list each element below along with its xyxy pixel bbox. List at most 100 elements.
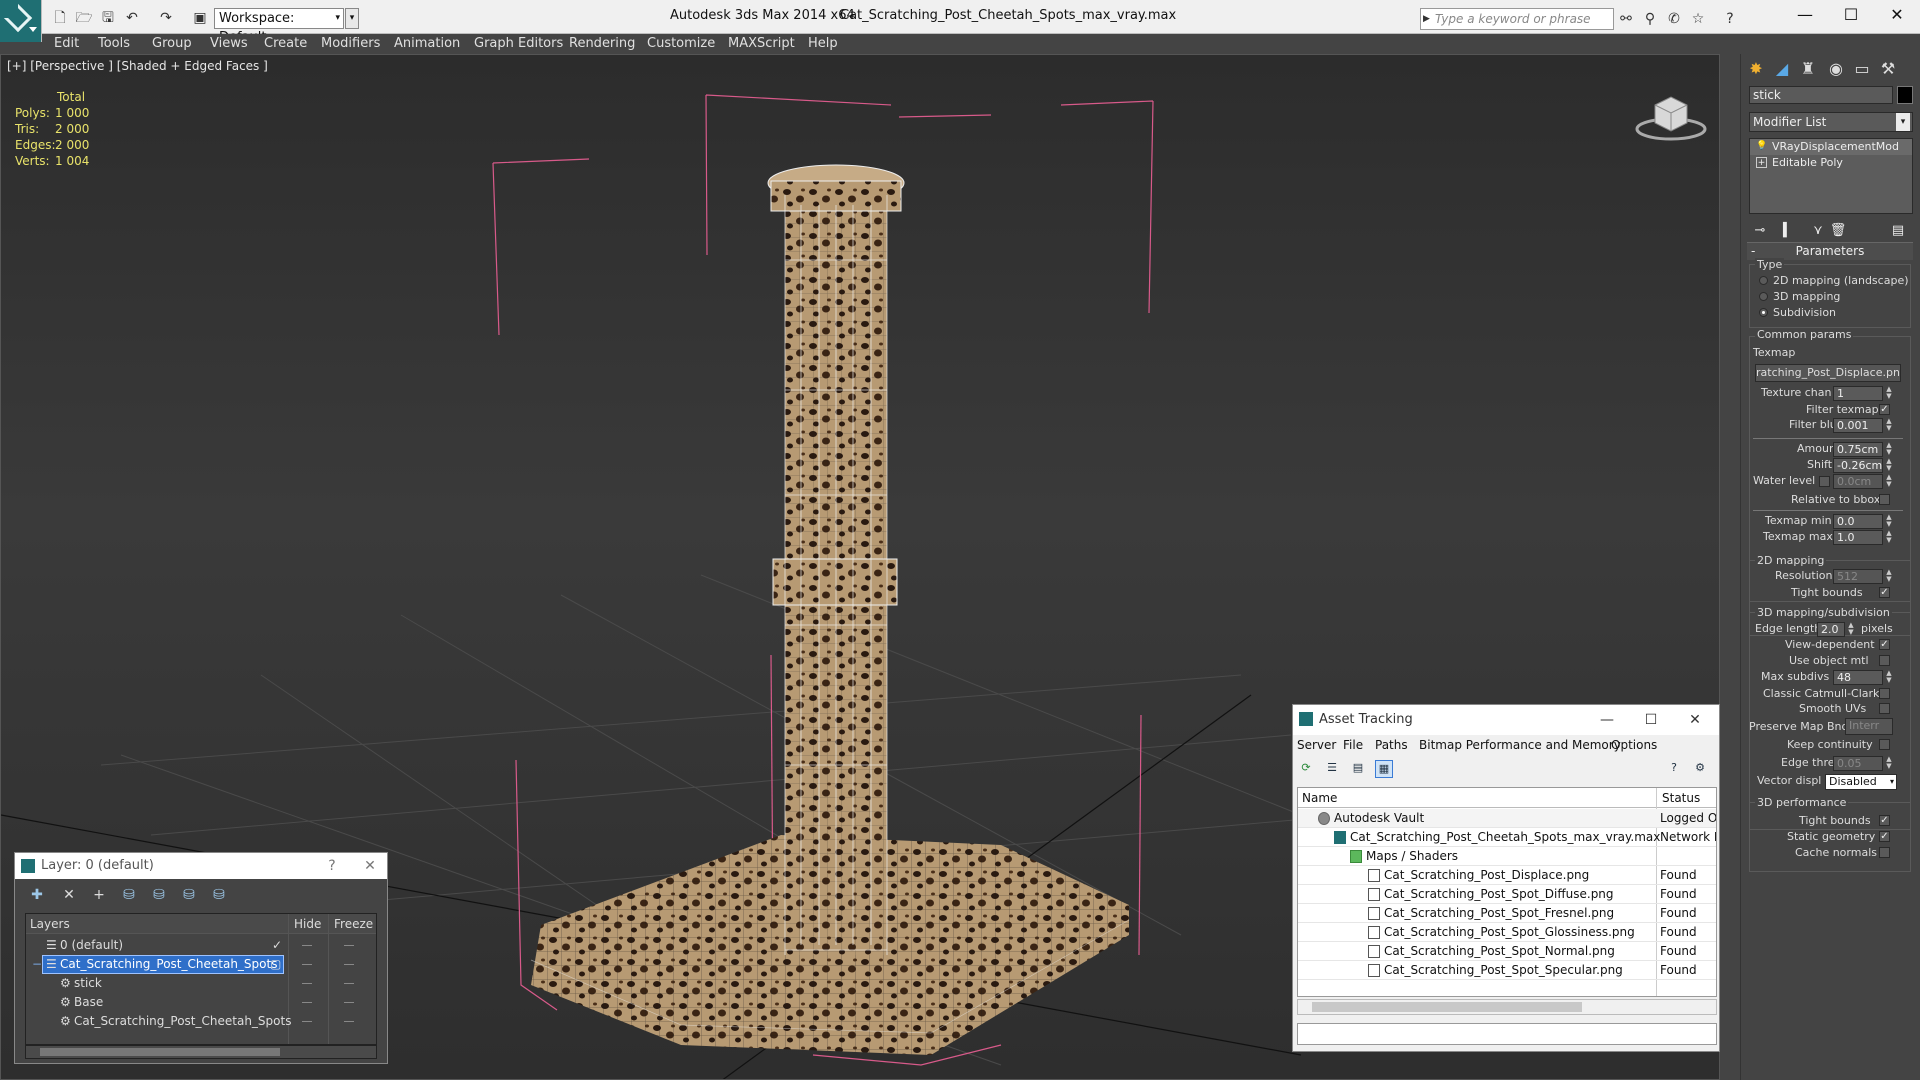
horizontal-scrollbar[interactable] [1297, 999, 1717, 1015]
maximize-button[interactable]: ☐ [1828, 0, 1874, 32]
menu-file[interactable]: File [1343, 738, 1363, 752]
menu-options[interactable]: Options [1611, 738, 1657, 752]
texmap-min-spinner[interactable]: 0.0 ▲ ▼ [1833, 514, 1892, 529]
preserve-map-field[interactable]: Interr [1845, 718, 1893, 735]
texmap-max-spinner[interactable]: 1.0 ▲ ▼ [1833, 530, 1892, 545]
menu-modifiers[interactable]: Modifiers [321, 36, 380, 51]
freeze-toggle[interactable] [344, 964, 354, 965]
select-objects-icon[interactable]: ⛁ [119, 886, 139, 904]
asset-path-field[interactable] [1297, 1023, 1717, 1045]
edge-length-spinner[interactable]: 2.0 ▲ ▼ [1817, 622, 1854, 637]
layer-row[interactable]: ⚙ stick [26, 974, 376, 993]
list-view-icon[interactable]: ☰ [1323, 760, 1341, 778]
hide-toggle[interactable] [302, 983, 312, 984]
cache-normals-checkbox[interactable] [1879, 847, 1890, 858]
close-button[interactable]: ✕ [1874, 0, 1920, 32]
object-name-field[interactable]: stick [1749, 86, 1893, 104]
display-tab-icon[interactable]: ▭ [1851, 58, 1873, 80]
hide-all-layers-icon[interactable]: ⛁ [179, 886, 199, 904]
shift-spinner[interactable]: -0.26cm ▲ ▼ [1833, 458, 1892, 473]
help-icon[interactable]: ? [1665, 760, 1683, 778]
filter-blur-spinner[interactable]: 0.001 ▲ ▼ [1833, 418, 1892, 433]
menu-group[interactable]: Group [152, 36, 192, 51]
layer-row[interactable]: ⚙ Cat_Scratching_Post_Cheetah_Spots [26, 1012, 376, 1031]
classic-catmull-checkbox[interactable] [1879, 688, 1890, 699]
water-level-spinner[interactable]: 0.0cm ▲ ▼ [1833, 474, 1892, 489]
column-hide[interactable]: Hide [294, 917, 321, 931]
quick-access-dropdown[interactable]: ▾ [345, 8, 359, 29]
column-freeze[interactable]: Freeze [334, 917, 373, 931]
viewcube-icon[interactable] [1631, 85, 1711, 145]
edge-thresh-spinner[interactable]: 0.05 ▲ ▼ [1833, 756, 1892, 771]
pin-stack-icon[interactable]: ⊸ [1751, 222, 1769, 240]
app-menu-button[interactable] [0, 0, 42, 42]
close-button[interactable]: ✕ [1673, 705, 1717, 735]
filter-texmap-checkbox[interactable]: ✓ [1879, 404, 1890, 415]
maximize-button[interactable]: ☐ [1629, 705, 1673, 735]
minimize-button[interactable]: — [1782, 0, 1828, 32]
refresh-icon[interactable]: ⟳ [1297, 760, 1315, 778]
make-unique-icon[interactable]: ⋎ [1809, 222, 1827, 240]
redo-icon[interactable]: ↷ [156, 9, 176, 27]
menu-tools[interactable]: Tools [98, 36, 130, 51]
add-to-layer-icon[interactable]: + [89, 886, 109, 904]
table-row[interactable]: Cat_Scratching_Post_Cheetah_Spots_max_vr… [1298, 828, 1716, 847]
show-end-result-icon[interactable]: ▍ [1779, 222, 1797, 240]
scrollbar-thumb[interactable] [1312, 1002, 1582, 1012]
column-status[interactable]: Status [1662, 791, 1700, 805]
menu-views[interactable]: Views [210, 36, 248, 51]
table-row[interactable]: Autodesk Vault Logged O [1298, 809, 1716, 828]
layer-row[interactable]: ⚙ Base [26, 993, 376, 1012]
menu-animation[interactable]: Animation [394, 36, 460, 51]
texture-chan-spinner[interactable]: 1 ▲ ▼ [1833, 386, 1892, 401]
stack-item-vray-displacement[interactable]: 💡 VRayDisplacementMod [1750, 139, 1912, 155]
amount-spinner[interactable]: 0.75cm ▲ ▼ [1833, 442, 1892, 457]
menu-help[interactable]: Help [808, 36, 838, 51]
delete-layer-icon[interactable]: ✕ [59, 886, 79, 904]
utilities-tab-icon[interactable]: ⚒ [1877, 58, 1899, 80]
detail-view-icon[interactable]: ▤ [1349, 760, 1367, 778]
hide-toggle[interactable] [302, 964, 312, 965]
relative-bbox-checkbox[interactable] [1879, 494, 1890, 505]
help-button[interactable]: ? [317, 853, 347, 879]
remove-modifier-icon[interactable]: 🗑 [1829, 222, 1847, 240]
menu-graph-editors[interactable]: Graph Editors [474, 36, 563, 51]
freeze-toggle[interactable] [344, 983, 354, 984]
smooth-uvs-checkbox[interactable] [1879, 703, 1890, 714]
freeze-all-layers-icon[interactable]: ⛁ [209, 886, 229, 904]
column-layers[interactable]: Layers [30, 917, 70, 931]
favorites-star-icon[interactable]: ☆ [1688, 9, 1708, 29]
save-file-icon[interactable]: 🖫 [98, 9, 118, 27]
stack-item-editable-poly[interactable]: + Editable Poly [1750, 155, 1912, 171]
table-row[interactable]: Cat_Scratching_Post_Spot_Glossiness.png F… [1298, 923, 1716, 942]
menu-server[interactable]: Server [1297, 738, 1336, 752]
radio-2d-mapping[interactable] [1759, 276, 1768, 285]
subscription-icon[interactable]: ⚲ [1640, 9, 1660, 29]
open-file-icon[interactable]: 🗁 [74, 9, 94, 27]
motion-tab-icon[interactable]: ◉ [1825, 58, 1847, 80]
minimize-button[interactable]: — [1585, 705, 1629, 735]
texmap-button[interactable]: ratching_Post_Displace.png) [1755, 364, 1901, 382]
create-tab-icon[interactable]: ✸ [1745, 58, 1767, 80]
freeze-toggle[interactable] [344, 945, 354, 946]
asset-tracking-titlebar[interactable]: Asset Tracking — ☐ ✕ [1293, 705, 1719, 735]
perf-tight-bounds-checkbox[interactable]: ✓ [1879, 815, 1890, 826]
scrollbar-thumb[interactable] [40, 1048, 280, 1056]
menu-bitmap-performance[interactable]: Bitmap Performance and Memory [1419, 738, 1621, 752]
keyword-search-input[interactable]: ▶ Type a keyword or phrase [1420, 8, 1614, 30]
freeze-toggle[interactable] [344, 1021, 354, 1022]
hide-toggle[interactable] [302, 1002, 312, 1003]
vector-displ-dropdown[interactable]: Disabled ▾ [1825, 774, 1897, 790]
table-row[interactable]: Cat_Scratching_Post_Spot_Specular.png Fou… [1298, 961, 1716, 980]
radio-3d-mapping[interactable] [1759, 292, 1768, 301]
close-button[interactable]: ✕ [355, 853, 385, 879]
table-row[interactable]: Cat_Scratching_Post_Spot_Diffuse.png Foun… [1298, 885, 1716, 904]
view-dependent-checkbox[interactable]: ✓ [1879, 639, 1890, 650]
table-row[interactable]: Cat_Scratching_Post_Spot_Fresnel.png Foun… [1298, 904, 1716, 923]
menu-paths[interactable]: Paths [1375, 738, 1408, 752]
freeze-toggle[interactable] [344, 1002, 354, 1003]
undo-icon[interactable]: ↶ [122, 9, 142, 27]
viewport-label[interactable]: [+] [Perspective ] [Shaded + Edged Faces… [7, 59, 268, 73]
communication-icon[interactable]: ✆ [1664, 9, 1684, 29]
table-view-icon[interactable]: ▦ [1375, 760, 1393, 778]
